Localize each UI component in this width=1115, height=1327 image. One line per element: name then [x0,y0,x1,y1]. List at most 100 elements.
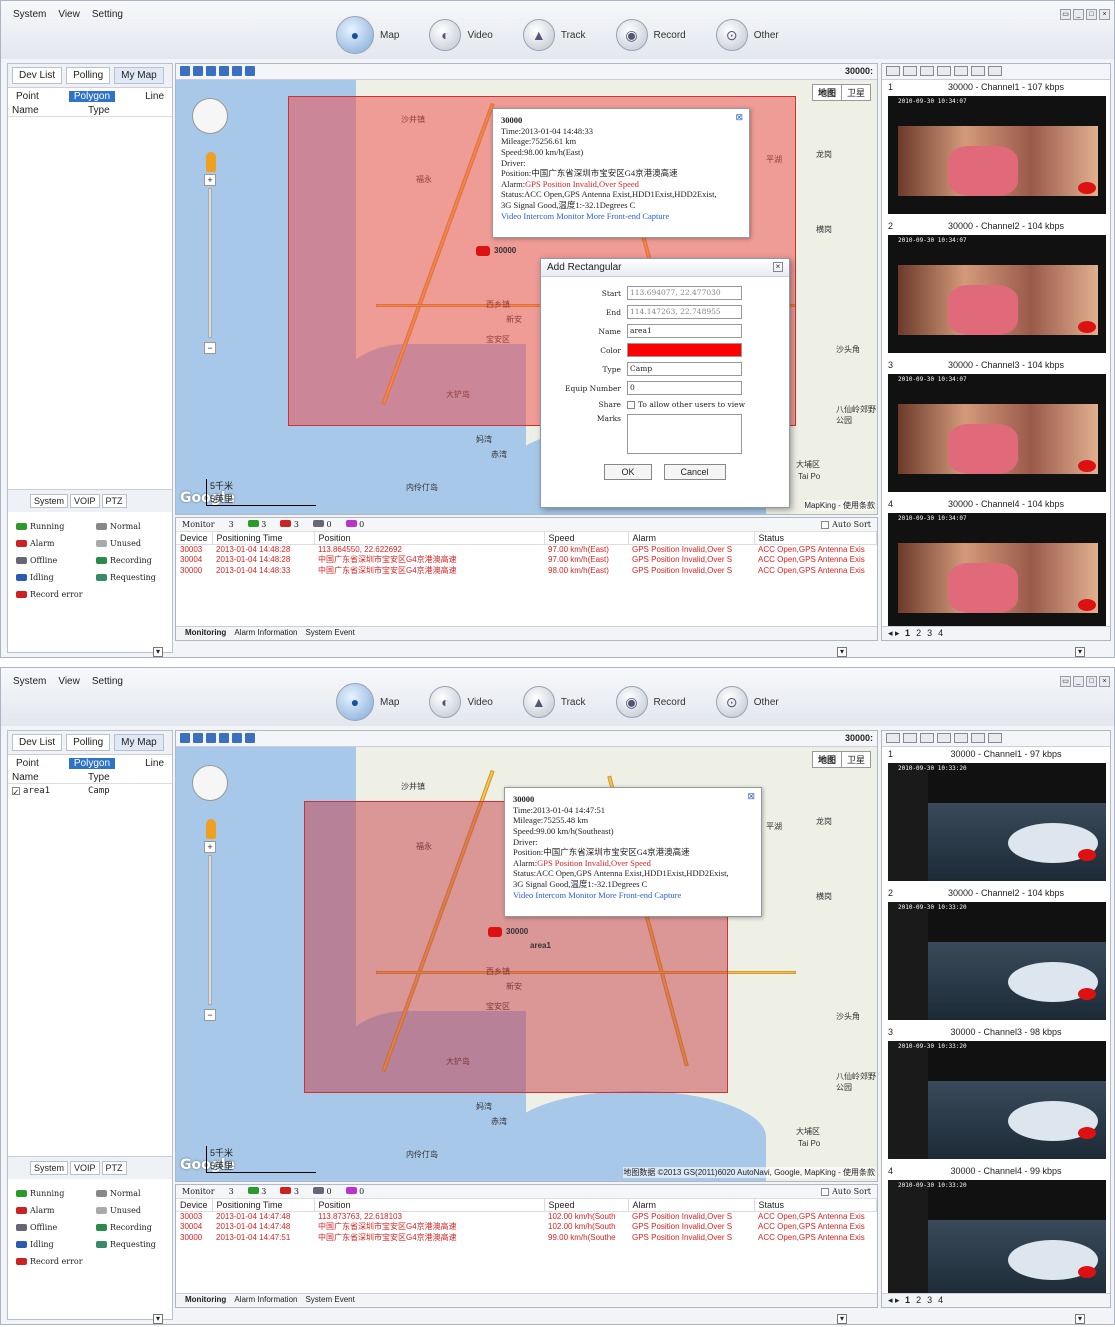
audio-icon[interactable] [937,66,951,76]
tab-video[interactable]: ◐ Video [429,684,500,720]
collapse-bottom-button[interactable]: ▾ [837,647,847,657]
fullscreen-tool-icon[interactable] [232,733,242,743]
table-row[interactable]: 30000 2013-01-04 14:48:33 中国广东省深圳市宝安区G4京港澳… [176,565,877,576]
page-2[interactable]: 2 [916,628,921,638]
left-bottom-tab-2[interactable]: PTZ [101,494,127,508]
maximize-icon[interactable]: □ [1086,9,1097,20]
table-row[interactable]: 30004 2013-01-04 14:48:28 中国广东省深圳市宝安区G4京港澳… [176,554,877,565]
table-header[interactable]: Speed [544,1199,629,1212]
tab-other[interactable]: ⊙ Other [715,17,787,53]
zoom-tool-icon[interactable] [219,66,229,76]
vehicle-marker-icon[interactable] [476,246,490,256]
col-name[interactable]: Name [12,772,88,783]
table-row[interactable]: 30003 2013-01-04 14:48:28 113.864550, 22.6… [176,545,877,554]
dialog-close-icon[interactable]: × [773,262,783,272]
auto-sort-checkbox[interactable] [821,1187,830,1196]
snapshot-icon[interactable] [903,733,917,743]
vehicle-marker-icon[interactable] [488,927,502,937]
video-channel[interactable]: 1 30000 - Channel1 - 97 kbps 2010-09-30 1… [882,747,1110,886]
zoom-tool-icon[interactable] [219,733,229,743]
layout-icon[interactable] [886,66,900,76]
talk-icon[interactable] [954,66,968,76]
table-header[interactable]: Positioning Time [212,532,315,545]
subtab-point[interactable]: Point [16,758,39,769]
zoom-slider[interactable]: + − [204,174,216,354]
restore-icon[interactable]: ▭ [1060,676,1071,687]
restore-icon[interactable]: ▭ [1060,9,1071,20]
menu-icon[interactable] [988,733,1002,743]
left-tab-2[interactable]: My Map [114,67,164,84]
record-icon[interactable] [920,733,934,743]
minimize-icon[interactable]: _ [1073,676,1084,687]
zoom-in-icon[interactable]: + [204,174,216,186]
left-bottom-tab-1[interactable]: VOIP [70,494,100,508]
share-checkbox[interactable] [627,400,635,409]
close-popup-icon[interactable]: ⊠ [747,791,755,802]
end-field[interactable]: 114.147263, 22.748955 [627,305,742,319]
page-4[interactable]: 4 [938,628,943,638]
auto-sort-checkbox[interactable] [821,520,830,529]
table-row[interactable]: 30003 2013-01-04 14:47:48 113.873763, 22.6… [176,1212,877,1221]
left-bottom-tab-0[interactable]: System [30,1161,69,1175]
rect-tool-icon[interactable] [193,66,203,76]
tab-map[interactable]: ● Map [336,683,407,721]
menu-view[interactable]: View [58,9,80,20]
tab-other[interactable]: ⊙ Other [715,684,787,720]
table-header[interactable]: Alarm [628,532,755,545]
layout-icon[interactable] [886,733,900,743]
subtab-point[interactable]: Point [16,91,39,102]
map-type-map[interactable]: 地图 [813,752,842,767]
video-channel[interactable]: 1 30000 - Channel1 - 107 kbps 2010-09-30 … [882,80,1110,219]
zoom-out-icon[interactable]: − [204,342,216,354]
monitor-tab-0[interactable]: Monitoring [182,1295,229,1306]
menu-setting[interactable]: Setting [92,9,123,20]
video-frame[interactable]: 2010-09-30 10:34:07 [888,513,1106,631]
map-type-toggle[interactable]: 地图 卫星 [811,751,871,768]
pointer-tool-icon[interactable] [180,733,190,743]
video-channel[interactable]: 4 30000 - Channel4 - 104 kbps 2010-09-30 … [882,497,1110,636]
play-icon[interactable] [971,66,985,76]
pegman-icon[interactable] [206,819,216,839]
play-icon[interactable] [971,733,985,743]
zoom-out-icon[interactable]: − [204,1009,216,1021]
pan-control[interactable] [192,98,228,134]
video-channel[interactable]: 3 30000 - Channel3 - 98 kbps 2010-09-30 1… [882,1025,1110,1164]
zoom-in-icon[interactable]: + [204,841,216,853]
map-view[interactable]: 30000: 沙井镇福永西乡镇新安宝安区大铲岛妈湾赤湾平湖龙岗横岗大埔区Tai … [175,63,878,515]
video-channel[interactable]: 2 30000 - Channel2 - 104 kbps 2010-09-30 … [882,219,1110,358]
map-type-toggle[interactable]: 地图 卫星 [811,84,871,101]
menu-icon[interactable] [988,66,1002,76]
equip-number-field[interactable]: 0 [627,381,742,395]
left-tab-1[interactable]: Polling [66,734,111,751]
close-icon[interactable]: × [1099,9,1110,20]
rect-tool-icon[interactable] [193,733,203,743]
zoom-slider[interactable]: + − [204,841,216,1021]
tab-record[interactable]: ◉ Record [615,17,694,53]
video-frame[interactable]: 2010-09-30 10:34:07 [888,235,1106,353]
table-header[interactable]: Status [754,1199,877,1212]
menu-setting[interactable]: Setting [92,676,123,687]
collapse-left-button[interactable]: ▾ [153,647,163,657]
close-icon[interactable]: × [1099,676,1110,687]
list-item[interactable]: ✓ area1 Camp [8,784,172,798]
save-tool-icon[interactable] [245,66,255,76]
marks-field[interactable] [627,414,742,454]
map-type-satellite[interactable]: 卫星 [842,85,870,100]
page-3[interactable]: 3 [927,628,932,638]
table-header[interactable]: Position [314,532,545,545]
popup-links[interactable]: Video Intercom Monitor More Front-end Ca… [513,890,753,901]
video-frame[interactable]: 2010-09-30 10:34:07 [888,374,1106,492]
video-frame[interactable]: 2010-09-30 10:33:20 [888,1041,1106,1159]
pointer-tool-icon[interactable] [180,66,190,76]
monitor-tab-0[interactable]: Monitoring [182,628,229,639]
table-header[interactable]: Alarm [628,1199,755,1212]
record-icon[interactable] [920,66,934,76]
collapse-left-button[interactable]: ▾ [153,1314,163,1324]
video-frame[interactable]: 2010-09-30 10:33:20 [888,763,1106,881]
col-type[interactable]: Type [88,105,110,116]
table-header[interactable]: Position [314,1199,545,1212]
page-1[interactable]: 1 [905,628,910,638]
collapse-right-button[interactable]: ▾ [1075,1314,1085,1324]
pegman-icon[interactable] [206,152,216,172]
type-select[interactable]: Camp [627,362,742,376]
